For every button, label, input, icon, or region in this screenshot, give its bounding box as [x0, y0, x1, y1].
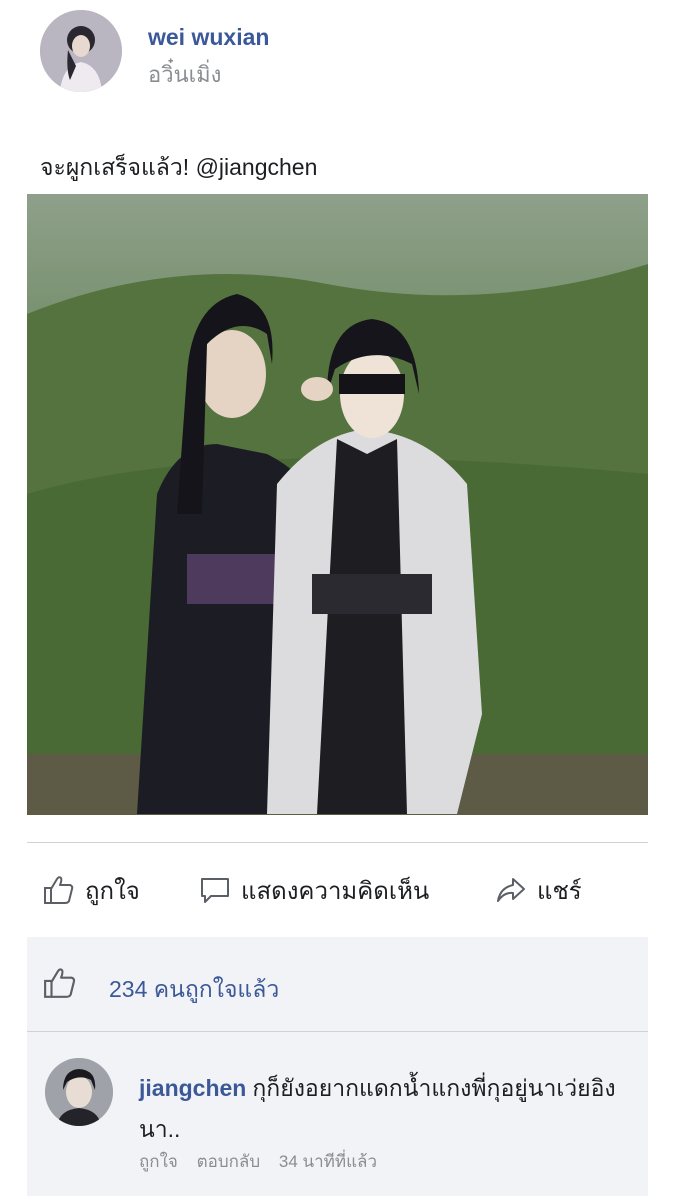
- comment-timestamp: 34 นาทีที่แล้ว: [278, 1152, 378, 1171]
- post-header: wei wuxian อวิ๋นเมิ่ง: [40, 10, 640, 94]
- likes-summary-bar: 234 คนถูกใจแล้ว: [27, 937, 648, 1032]
- comment-item: jiangchen กุก็ยังอยากแดกน้ำแกงพี่กุอยู่นา…: [27, 1032, 648, 1196]
- comment-button[interactable]: แสดงความคิดเห็น: [199, 843, 429, 937]
- speech-bubble-icon: [201, 878, 229, 903]
- comment-meta: ถูกใจ ตอบกลับ 34 นาทีที่แล้ว: [139, 1148, 391, 1175]
- thumbs-up-icon: [44, 876, 74, 904]
- commenter-name[interactable]: jiangchen: [139, 1075, 246, 1101]
- author-avatar[interactable]: [40, 10, 122, 92]
- likes-thumbs-up-icon: [44, 968, 76, 998]
- likes-count[interactable]: 234 คนถูกใจแล้ว: [109, 972, 279, 1008]
- comment-like-link[interactable]: ถูกใจ: [139, 1152, 178, 1171]
- commenter-avatar[interactable]: [45, 1058, 113, 1126]
- comment-reply-link[interactable]: ตอบกลับ: [197, 1152, 261, 1171]
- post-caption: จะผูกเสร็จแล้ว! @jiangchen: [40, 154, 318, 180]
- like-label: ถูกใจ: [85, 877, 140, 905]
- author-subname: อวิ๋นเมิ่ง: [148, 62, 222, 87]
- author-name[interactable]: wei wuxian: [148, 24, 269, 51]
- like-button[interactable]: ถูกใจ: [43, 843, 140, 937]
- share-arrow-icon: [497, 878, 525, 902]
- share-button[interactable]: แชร์: [495, 843, 582, 937]
- comment-label: แสดงความคิดเห็น: [241, 877, 430, 905]
- share-label: แชร์: [537, 877, 582, 905]
- action-bar: ถูกใจ แสดงความคิดเห็น แชร์: [27, 843, 648, 937]
- comment-body: jiangchen กุก็ยังอยากแดกน้ำแกงพี่กุอยู่นา…: [139, 1068, 639, 1150]
- post-photo[interactable]: [27, 194, 648, 815]
